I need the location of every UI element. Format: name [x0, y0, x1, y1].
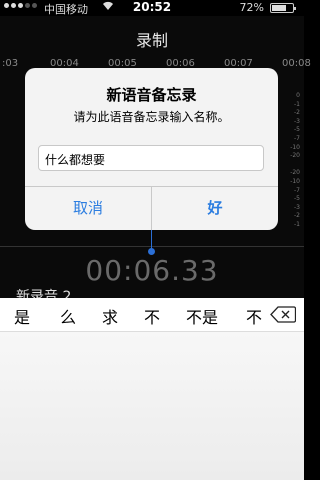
level-tick: 0	[296, 92, 300, 99]
level-tick: -3	[294, 117, 300, 125]
level-tick: -5	[294, 195, 300, 203]
level-tick: -2	[294, 109, 300, 117]
level-tick: -7	[294, 186, 300, 194]
level-tick	[282, 161, 300, 170]
dialog-title: 新语音备忘录	[106, 86, 197, 104]
level-tick: -20	[290, 152, 300, 160]
page-title: 录制	[135, 31, 168, 50]
candidate-item[interactable]: 不	[144, 304, 160, 328]
candidate-item[interactable]: 不	[246, 304, 262, 328]
name-memo-dialog: 新语音备忘录 请为此语音备忘录输入名称。 什么都想要 取消 好	[25, 68, 278, 230]
dialog-message: 请为此语音备忘录输入名称。	[73, 110, 230, 124]
battery-percent: 72%	[239, 1, 264, 14]
candidate-item[interactable]: 求	[102, 304, 118, 328]
level-tick: -20	[290, 169, 300, 177]
candidate-item[interactable]: 是	[14, 304, 30, 328]
memo-name-input[interactable]: 什么都想要	[38, 145, 264, 171]
candidate-item[interactable]: 不是	[186, 304, 218, 328]
level-tick: -2	[294, 212, 300, 220]
keyboard-area[interactable]	[0, 332, 304, 480]
waveform-baseline	[0, 246, 304, 247]
level-tick: -5	[294, 126, 300, 134]
cancel-button[interactable]: 取消	[25, 187, 151, 230]
backspace-icon[interactable]	[270, 306, 297, 323]
level-tick: -1	[294, 220, 300, 228]
ruler-tick: 00:08	[282, 58, 311, 69]
level-tick: -1	[294, 100, 300, 108]
ruler-tick: :03	[2, 58, 19, 69]
recording-timer: 00:06.33	[85, 254, 219, 287]
level-tick: -10	[290, 143, 300, 151]
level-scale: 0 -1 -2 -3 -5 -7 -10 -20 -20 -10 -7 -5 -…	[282, 92, 300, 228]
level-tick: -7	[294, 134, 300, 142]
status-bar: 中国移动 20:52 72%	[0, 0, 304, 16]
ime-candidate-bar: 是 么 求 不 不是 不	[0, 298, 304, 332]
battery-icon	[270, 3, 296, 13]
level-tick: -10	[290, 177, 300, 185]
ok-button[interactable]: 好	[152, 187, 278, 230]
candidate-item[interactable]: 么	[60, 304, 76, 328]
level-tick: -3	[294, 203, 300, 211]
